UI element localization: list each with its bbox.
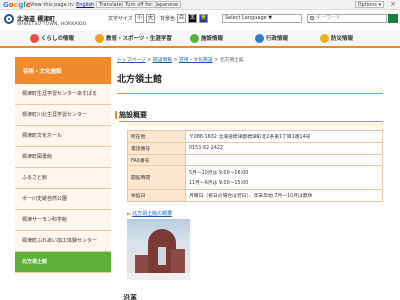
google-translate-bar: Google View this page in: English Transl… (0, 0, 400, 10)
row-label: 休館日 (127, 189, 186, 202)
sidebar-item-furusato-kan[interactable]: ふるさと館 (15, 168, 111, 189)
font-large-button[interactable]: 大 (146, 14, 155, 23)
breadcrumb: トップページ > 施設情報 > 芸術・文化施設 > 北方領土館 (117, 58, 244, 63)
sidebar-item-hoppo-ryodo-kan[interactable]: 北方領土館 (15, 252, 111, 273)
view-page-label: View this page in: (30, 2, 75, 8)
sidebar-item-library[interactable]: 標津町図書館 (15, 147, 111, 168)
table-row: 開館時間 5月～10月は 9:00～16:00 11月～6月は 9:00～15:… (127, 165, 383, 190)
breadcrumb-top[interactable]: トップページ (117, 58, 146, 63)
closed-days-value: 月曜日（祝日の場合は翌日）、年末年始 7月～10月は無休 (185, 189, 383, 202)
house-icon (30, 34, 39, 43)
sidebar-item-pogawa-park[interactable]: ポー川史跡自然公園 (15, 189, 111, 210)
address-value: 〒086-1632 北海道標津郡標津町北2条東1丁目1番14号 (185, 130, 383, 143)
sidebar: 芸術・文化施設 標津町生涯学習センターあすぱる 標津町川北生涯学習センター 標津… (15, 57, 111, 273)
sidebar-header[interactable]: 芸術・文化施設 (15, 57, 111, 84)
search-button[interactable] (388, 14, 398, 23)
nav-admin-info[interactable]: 行政情報 (255, 33, 288, 45)
town-emblem-icon[interactable] (4, 14, 14, 24)
search-input[interactable]: キーワード (307, 14, 387, 23)
row-label: 所在地 (127, 130, 186, 143)
font-size-label: 文字サイズ (108, 16, 133, 22)
google-logo: Google (3, 1, 31, 9)
table-row: 休館日 月曜日（祝日の場合は翌日）、年末年始 7月～10月は無休 (127, 189, 383, 202)
page-title: 北方領土館 (117, 72, 383, 94)
sidebar-item-kawakita[interactable]: 標津町川北生涯学習センター (15, 105, 111, 126)
hours-winter: 11月～6月は 9:00～15:00 (189, 181, 249, 186)
search-placeholder: キーワード (316, 15, 342, 21)
table-row: 所在地 〒086-1632 北海道標津郡標津町北2条東1丁目1番14号 (127, 130, 383, 143)
sidebar-item-asparu[interactable]: 標津町生涯学習センターあすぱる (15, 84, 111, 105)
history-section-title: 沿革 (123, 294, 137, 300)
building-icon (190, 34, 199, 43)
nav-living-info[interactable]: くらしの情報 (30, 33, 74, 45)
section-title: 施設概要 (115, 110, 383, 122)
turn-off-button[interactable]: Turn off for: Japanese (122, 1, 182, 8)
bg-white-button[interactable]: 白 (177, 14, 186, 23)
row-label: FAX番号 (127, 154, 186, 166)
close-icon[interactable]: × (390, 0, 396, 8)
bg-yellow-button[interactable]: 黄 (199, 14, 208, 23)
building-photo[interactable] (127, 219, 190, 280)
table-row: 電話番号 0153-82-2422 (127, 142, 383, 155)
sidebar-item-fureai-center[interactable]: 標津町ふれあい加工体験センター (15, 231, 111, 252)
search-icon (310, 16, 314, 20)
font-small-button[interactable]: 小 (135, 14, 144, 23)
nav-facility-info[interactable]: 施設情報 (190, 33, 223, 45)
translate-button[interactable]: Translate (96, 1, 125, 8)
hours-value: 5月～10月は 9:00～16:00 11月～6月は 9:00～15:00 (185, 165, 383, 190)
breadcrumb-current: 北方領土館 (219, 58, 244, 63)
breadcrumb-facility[interactable]: 施設情報 (153, 58, 172, 63)
document-icon (255, 34, 264, 43)
education-icon (95, 34, 104, 43)
options-button[interactable]: Options ▾ (354, 1, 384, 8)
translate-prompt: View this page in: English (30, 2, 94, 8)
breadcrumb-art-culture[interactable]: 芸術・文化施設 (179, 58, 213, 63)
language-select-link[interactable]: English (76, 2, 94, 8)
nav-disaster-info[interactable]: 防災情報 (320, 33, 353, 45)
nav-education-sports[interactable]: 教育・スポーツ・生涯学習 (95, 33, 172, 45)
bg-black-button[interactable]: 黒 (188, 14, 197, 23)
hours-summer: 5月～10月は 9:00～16:00 (189, 171, 249, 176)
row-label: 電話番号 (127, 142, 186, 155)
row-label: 開館時間 (127, 165, 186, 190)
town-name-en: SHIBETSU TOWN, HOKKAIDO (17, 22, 87, 27)
facility-info-table: 所在地 〒086-1632 北海道標津郡標津町北2条東1丁目1番14号 電話番号… (127, 130, 383, 202)
shield-icon (320, 34, 329, 43)
main-nav: くらしの情報 教育・スポーツ・生涯学習 施設情報 行政情報 防災情報 (0, 31, 400, 48)
sidebar-item-culture-hall[interactable]: 標津町文化ホール (15, 126, 111, 147)
bg-color-label: 背景色 (160, 16, 176, 22)
fax-value (185, 154, 383, 166)
site-header: 北海道 標津町 SHIBETSU TOWN, HOKKAIDO 文字サイズ 小 … (0, 11, 400, 31)
sidebar-item-salmon-museum[interactable]: 標津サーモン科学館 (15, 210, 111, 231)
phone-value[interactable]: 0153-82-2422 (185, 142, 383, 155)
select-language-dropdown[interactable]: Select Language ▼ (222, 14, 302, 23)
photo-overview-link[interactable]: 北方領土館の概要 (127, 210, 172, 217)
table-row: FAX番号 (127, 154, 383, 166)
